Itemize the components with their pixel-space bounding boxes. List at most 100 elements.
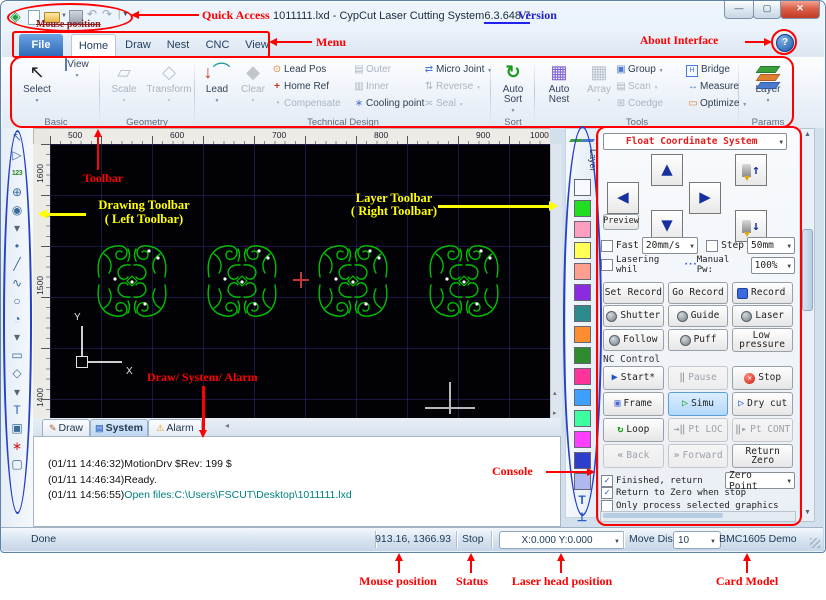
ornament-graphic[interactable] xyxy=(92,241,172,321)
ornament-graphic[interactable] xyxy=(424,241,504,321)
save-icon[interactable] xyxy=(69,10,83,24)
layer-color-swatch-7[interactable] xyxy=(573,326,591,343)
simu-button[interactable]: ▷ Simu xyxy=(667,392,729,416)
flyout-arrow-icon[interactable]: ▾ xyxy=(6,329,28,346)
inner-button[interactable]: ▥ Inner xyxy=(352,79,389,95)
select-button[interactable]: ↖ Select xyxy=(18,60,56,115)
canvas-scroll-strip[interactable]: ▴ ▸ xyxy=(550,144,562,418)
pt-cont-button[interactable]: ‖▸ Pt CONT xyxy=(732,418,794,442)
start-button[interactable]: ▶ Start* xyxy=(603,366,664,390)
maximize-button[interactable]: ▢ xyxy=(753,1,781,19)
rect-tool-icon[interactable]: ▭ xyxy=(6,347,28,364)
frame-tool-icon[interactable]: ▢ xyxy=(6,456,28,473)
node-edit-tool-icon[interactable]: ▷ xyxy=(6,147,28,164)
lead-button[interactable]: ↓⌒ Lead xyxy=(200,60,234,115)
scroll-down-icon[interactable]: ▼ xyxy=(804,509,811,516)
micro-joint-button[interactable]: ⇄ Micro Joint xyxy=(422,62,492,78)
step-checkbox[interactable] xyxy=(706,239,719,252)
clear-button[interactable]: ◆ Clear xyxy=(236,60,270,115)
tab-home[interactable]: Home xyxy=(71,34,116,57)
layer-button[interactable]: Layer xyxy=(748,60,788,115)
sequence-tool-icon[interactable]: 123 xyxy=(6,165,28,182)
jog-right-button[interactable]: ▶ xyxy=(689,182,721,214)
fast-checkbox[interactable] xyxy=(601,239,613,252)
manual-pw-select[interactable]: 100% xyxy=(750,256,796,274)
auto-sort-button[interactable]: ↻ Auto Sort xyxy=(494,60,532,115)
scroll-up-icon[interactable]: ▴ xyxy=(553,390,557,397)
follow-button[interactable]: Follow xyxy=(603,329,664,351)
new-file-icon[interactable] xyxy=(28,10,40,25)
text-tool-icon[interactable]: T xyxy=(6,402,28,419)
layer-color-swatch-9[interactable] xyxy=(573,368,591,385)
drawing-canvas[interactable]: Y X xyxy=(50,144,550,418)
coedge-button[interactable]: ⊞ Coedge xyxy=(614,96,663,112)
group-button[interactable]: ▣ Group xyxy=(614,62,663,78)
layer-color-swatch-3[interactable] xyxy=(573,242,591,259)
compensate-button[interactable]: ◔ Compensate xyxy=(270,96,341,112)
scroll-right-icon[interactable]: ▸ xyxy=(553,410,557,417)
preview-button[interactable]: Preview xyxy=(603,214,639,230)
layer-color-swatch-2[interactable] xyxy=(573,221,591,238)
zoom-tool-icon[interactable]: ◉ xyxy=(6,202,28,219)
record-button[interactable]: Record xyxy=(732,282,794,304)
tab-alarm-log[interactable]: ⚠ Alarm xyxy=(148,419,202,437)
back-button[interactable]: «Back xyxy=(603,444,664,468)
layer-color-swatch-12[interactable] xyxy=(573,431,591,448)
move-dis-select[interactable]: 10 xyxy=(673,531,721,549)
undo-icon[interactable]: ↶ xyxy=(87,7,97,21)
panel-v-scrollbar[interactable]: ▲ ▼ xyxy=(800,128,815,522)
minimize-button[interactable]: — xyxy=(724,1,754,19)
console-log[interactable]: (01/11 14:46:32)MotionDrv $Rev: 199 $ (01… xyxy=(33,436,561,527)
coord-system-select[interactable]: Float Coordinate System xyxy=(603,133,787,150)
open-dropdown-icon[interactable]: ▼ xyxy=(61,13,67,19)
view-button[interactable]: View xyxy=(58,58,96,115)
dry-cut-button[interactable]: ▷ Dry cut xyxy=(732,392,794,416)
scroll-up-icon[interactable]: ▲ xyxy=(804,131,811,138)
scale-button[interactable]: ▱ Scale xyxy=(104,60,144,115)
arc-tool-icon[interactable]: ◔ xyxy=(6,311,28,328)
outer-button[interactable]: ▤ Outer xyxy=(352,62,391,78)
pt-loc-button[interactable]: →‖ Pt LOC xyxy=(667,418,729,442)
array-button[interactable]: ▦ Array xyxy=(582,60,616,115)
layer-color-swatch-4[interactable] xyxy=(573,263,591,280)
puff-button[interactable]: Puff xyxy=(667,329,729,351)
line-tool-icon[interactable]: ╱ xyxy=(6,256,28,273)
lead-pos-button[interactable]: ⊙ Lead Pos xyxy=(270,62,326,78)
help-button[interactable]: ? xyxy=(776,34,794,52)
return-zero-button[interactable]: Return Zero xyxy=(732,444,794,468)
qa-customize-icon[interactable]: ▼ xyxy=(122,11,129,18)
guide-button[interactable]: Guide xyxy=(667,305,729,327)
layer-color-swatch-14[interactable] xyxy=(573,473,591,490)
reverse-button[interactable]: ⇅ Reverse xyxy=(422,79,481,95)
text-marker-tool[interactable]: T xyxy=(575,493,590,507)
redo-icon[interactable]: ↷ xyxy=(102,7,112,21)
go-record-button[interactable]: Go Record xyxy=(667,282,729,304)
stop-button[interactable]: ✕ Stop xyxy=(732,366,794,390)
panel-h-scrollbar[interactable] xyxy=(600,511,796,522)
tab-cnc[interactable]: CNC xyxy=(199,34,236,56)
resize-grip-icon[interactable] xyxy=(810,538,820,548)
layer-color-swatch-0[interactable] xyxy=(573,179,591,196)
frame-button[interactable]: ▣ Frame xyxy=(603,392,664,416)
tab-view[interactable]: View xyxy=(237,34,277,56)
point-tool-icon[interactable]: • xyxy=(6,238,28,255)
tab-draw-view[interactable]: ✎ Draw xyxy=(42,419,90,437)
tab-draw[interactable]: Draw xyxy=(118,34,158,56)
fast-speed-select[interactable]: 20mm/s xyxy=(641,237,698,254)
tab-nest[interactable]: Nest xyxy=(158,34,198,56)
layer-color-swatch-13[interactable] xyxy=(573,452,591,469)
laser-position-select[interactable]: X:0.000 Y:0.000 xyxy=(499,531,625,549)
layer-color-swatch-10[interactable] xyxy=(573,389,591,406)
tab-file[interactable]: File xyxy=(19,34,63,56)
bridge-button[interactable]: H Bridge xyxy=(686,62,730,78)
select-tool-icon[interactable]: ↖ xyxy=(6,129,28,146)
pause-button[interactable]: ‖ Pause xyxy=(667,366,729,390)
seal-button[interactable]: ≍ Seal xyxy=(422,96,464,112)
auto-nest-button[interactable]: ▦ Auto Nest xyxy=(540,60,578,115)
jog-up-button[interactable]: ▲ xyxy=(651,154,683,186)
open-file-icon[interactable] xyxy=(44,12,60,23)
ellipse-tool-icon[interactable]: ○ xyxy=(6,293,28,310)
pan-tool-icon[interactable]: ⊕ xyxy=(6,184,28,201)
layer-color-swatch-5[interactable] xyxy=(573,284,591,301)
loop-button[interactable]: ↻ Loop xyxy=(603,418,664,442)
